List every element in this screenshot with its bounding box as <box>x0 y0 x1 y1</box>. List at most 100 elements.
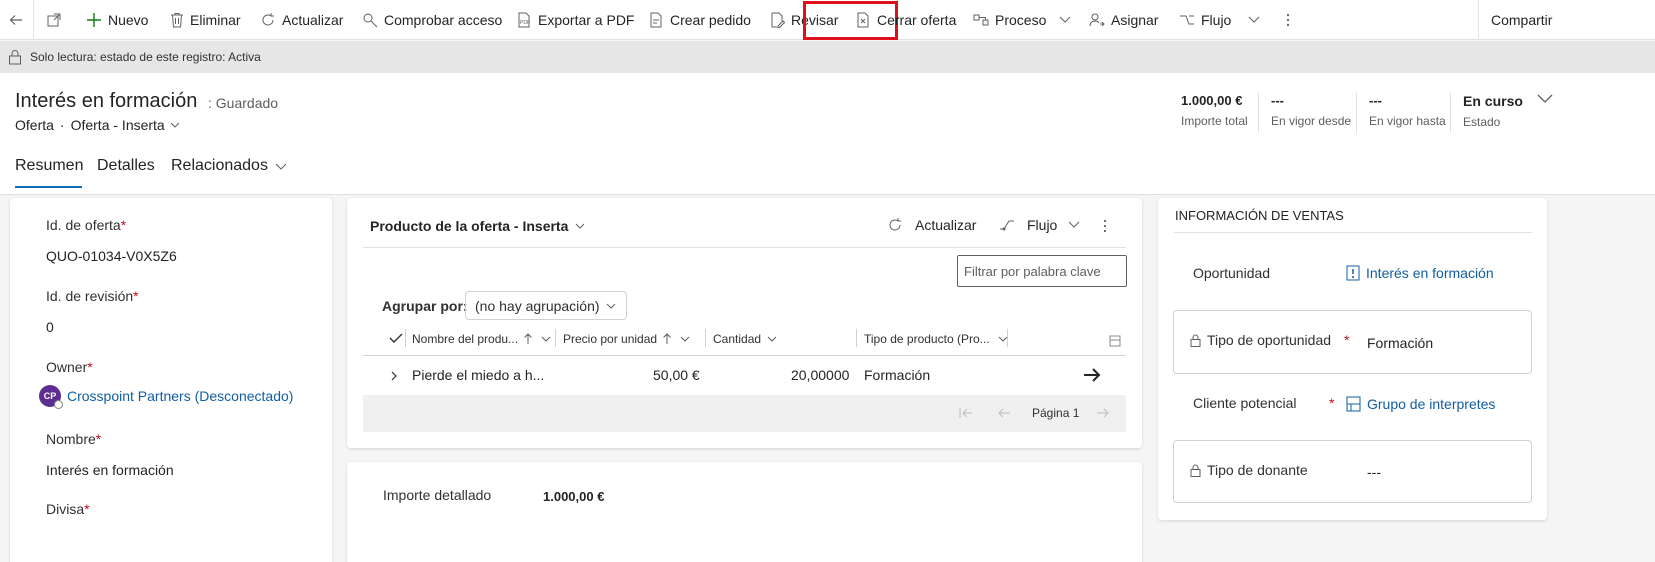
select-all-checkbox[interactable] <box>389 331 403 347</box>
owner-label: Owner* <box>46 359 93 375</box>
entity-name: Oferta <box>15 117 54 133</box>
person-arrow-icon <box>1089 13 1105 27</box>
arrow-right-icon[interactable] <box>1083 367 1101 383</box>
product-subgrid: Producto de la oferta - Inserta Actualiz… <box>347 198 1142 448</box>
grid-pagination: Página 1 <box>363 395 1126 432</box>
group-by-select[interactable]: (no hay agrupación) <box>465 291 627 320</box>
revision-id-label: Id. de revisión* <box>46 288 139 304</box>
refresh-button[interactable]: Actualizar <box>260 0 343 40</box>
opportunity-link[interactable]: Interés en formación <box>1366 265 1494 281</box>
record-header: Interés en formación : Guardado Oferta ·… <box>0 73 1655 195</box>
save-status: : Guardado <box>208 95 279 111</box>
row-product-name: Pierde el miedo a h... <box>412 367 545 383</box>
revision-id-value[interactable]: 0 <box>46 319 54 335</box>
chevron-down-icon <box>680 336 690 342</box>
pdf-icon: PDF <box>518 12 530 28</box>
prospect-link[interactable]: Grupo de interpretes <box>1367 396 1495 412</box>
avatar: CP <box>39 385 63 409</box>
column-header-product-type[interactable]: Tipo de producto (Pro... <box>864 332 1011 346</box>
expand-header-button[interactable] <box>1535 91 1555 108</box>
more-commands-button[interactable] <box>1280 0 1296 40</box>
chevron-down-icon <box>541 336 551 342</box>
delete-button[interactable]: Eliminar <box>170 0 241 40</box>
process-button[interactable]: Proceso <box>973 0 1076 40</box>
more-vertical-icon <box>1286 13 1290 27</box>
check-access-label: Comprobar acceso <box>384 12 503 28</box>
owner-lookup[interactable]: CP Crosspoint Partners (Desconectado) <box>39 385 293 409</box>
previous-page-icon[interactable] <box>997 407 1011 419</box>
quote-id-label: Id. de oferta* <box>46 217 127 233</box>
opportunity-type-label: Tipo de oportunidad <box>1207 332 1332 348</box>
open-new-window-button[interactable] <box>46 0 62 40</box>
close-quote-label: Cerrar oferta <box>877 12 957 28</box>
donor-type-value: --- <box>1367 464 1381 480</box>
currency-label: Divisa* <box>46 501 90 517</box>
tab-related[interactable]: Relacionados <box>171 157 288 175</box>
document-icon <box>650 12 662 28</box>
back-button[interactable] <box>8 0 24 40</box>
chevron-right-icon[interactable] <box>390 370 398 382</box>
chevron-down-icon <box>998 336 1007 342</box>
record-title: Interés en formación <box>15 90 198 112</box>
new-label: Nuevo <box>108 12 149 28</box>
active-tab-indicator <box>15 186 82 188</box>
lock-icon <box>1190 334 1201 347</box>
next-page-icon[interactable] <box>1096 407 1110 419</box>
share-label: Compartir <box>1491 12 1553 28</box>
opportunity-type-field: Tipo de oportunidad * Formación <box>1173 310 1532 374</box>
column-header-quantity[interactable]: Cantidad <box>713 332 778 346</box>
chevron-down-icon <box>275 163 287 170</box>
detail-amount-value[interactable]: 1.000,00 € <box>543 489 604 504</box>
detail-amount-label: Importe detallado <box>383 487 492 503</box>
lock-icon <box>9 50 21 65</box>
assign-button[interactable]: Asignar <box>1089 0 1158 40</box>
form-selector[interactable]: Oferta - Inserta <box>71 117 181 133</box>
plus-icon <box>87 13 101 27</box>
command-bar: Nuevo Eliminar Actualizar Comprobar acce… <box>0 0 1655 40</box>
owner-link[interactable]: Crosspoint Partners (Desconectado) <box>67 388 293 404</box>
grid-flow-button[interactable]: Flujo <box>999 217 1081 233</box>
header-field-total: 1.000,00 € Importe total <box>1181 93 1248 128</box>
new-button[interactable]: Nuevo <box>86 0 148 40</box>
grid-settings-icon[interactable] <box>1109 334 1121 350</box>
process-icon <box>973 14 989 26</box>
form-name: Oferta - Inserta <box>70 117 165 133</box>
detail-amount-card: Importe detallado 1.000,00 € <box>347 462 1142 562</box>
create-order-button[interactable]: Crear pedido <box>648 0 751 40</box>
row-product-type: Formación <box>864 367 931 383</box>
grid-more-button[interactable] <box>1099 218 1111 237</box>
process-label: Proceso <box>995 12 1047 28</box>
table-row[interactable]: Pierde el miedo a h... 50,00 € 20,00000 … <box>363 356 1126 395</box>
tab-summary[interactable]: Resumen <box>15 157 83 175</box>
export-pdf-button[interactable]: PDF Exportar a PDF <box>516 0 634 40</box>
share-button[interactable]: Compartir <box>1491 0 1552 40</box>
chevron-down-icon <box>1537 94 1553 103</box>
keyword-filter-input[interactable]: Filtrar por palabra clave <box>957 255 1127 287</box>
name-value[interactable]: Interés en formación <box>46 462 174 478</box>
prospect-lookup[interactable]: Grupo de interpretes <box>1346 396 1495 412</box>
tab-details[interactable]: Detalles <box>97 157 155 175</box>
row-quantity: 20,00000 <box>791 367 850 383</box>
column-header-name[interactable]: Nombre del produ... <box>412 332 554 346</box>
document-dismiss-icon <box>857 12 869 28</box>
export-pdf-label: Exportar a PDF <box>538 12 635 28</box>
readonly-notification: Solo lectura: estado de este registro: A… <box>0 41 1655 73</box>
presence-offline-icon <box>54 400 63 409</box>
view-selector[interactable]: Producto de la oferta - Inserta <box>370 218 586 234</box>
flow-button[interactable]: Flujo <box>1179 0 1265 40</box>
first-page-icon[interactable] <box>959 407 973 419</box>
quote-id-value[interactable]: QUO-01034-V0X5Z6 <box>46 248 177 264</box>
close-quote-button[interactable]: Cerrar oferta <box>855 0 956 40</box>
column-header-unit-price[interactable]: Precio por unidad <box>563 332 693 346</box>
opportunity-lookup[interactable]: Interés en formación <box>1346 265 1494 281</box>
grid-refresh-button[interactable]: Actualizar <box>887 217 976 233</box>
entity-breadcrumb: Oferta · Oferta - Inserta <box>15 117 181 133</box>
assign-label: Asignar <box>1111 12 1159 28</box>
arrow-up-icon <box>524 333 532 344</box>
chevron-down-icon <box>1249 16 1260 23</box>
more-vertical-icon <box>1103 219 1107 233</box>
check-access-button[interactable]: Comprobar acceso <box>362 0 502 40</box>
account-icon <box>1346 396 1361 412</box>
arrow-up-icon <box>663 333 671 344</box>
arrow-left-icon <box>9 15 22 25</box>
